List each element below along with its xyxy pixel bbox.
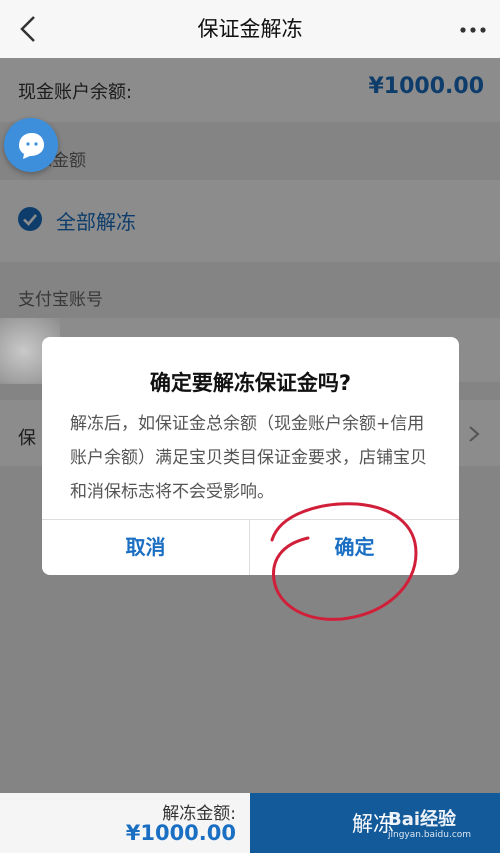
cancel-button[interactable]: 取消	[42, 520, 249, 575]
watermark: Bai经验 jingyan.baidu.com	[380, 803, 496, 849]
floating-assistant-button[interactable]	[4, 118, 58, 172]
annotation-circle	[270, 502, 418, 621]
cancel-button-label: 取消	[125, 535, 166, 559]
assistant-face-icon	[19, 133, 44, 159]
dialog-title: 确定要解冻保证金吗?	[149, 371, 352, 395]
dialog-message: 解冻后，如保证金总余额（现金账户余额+信用账户余额）满足宝贝类目保证金要求，店铺…	[70, 414, 427, 502]
watermark-brand: Bai经验	[388, 809, 457, 830]
more-icon[interactable]	[460, 27, 486, 33]
page-title: 保证金解冻	[197, 17, 303, 41]
unfreeze-amount-value: ¥1000.00	[125, 821, 236, 845]
watermark-url: jingyan.baidu.com	[388, 830, 472, 840]
